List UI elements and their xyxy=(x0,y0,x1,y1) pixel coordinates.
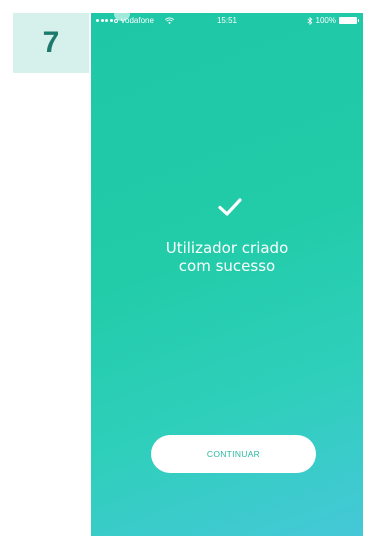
status-bar: vodafone 15:51 100% xyxy=(91,13,363,29)
battery-percentage: 100% xyxy=(315,16,336,25)
phone-screen: vodafone 15:51 100% Utilizador criado co… xyxy=(91,13,363,536)
success-message-line-2: com sucesso xyxy=(178,257,276,275)
bluetooth-icon xyxy=(307,16,312,25)
step-number-badge: 7 xyxy=(13,13,89,73)
step-number: 7 xyxy=(42,26,60,59)
continue-button[interactable]: CONTINUAR xyxy=(151,435,316,473)
status-right: 100% xyxy=(307,16,359,25)
screenshot-page: 7 vodafone 15:51 100% Utilizador criado … xyxy=(0,0,378,536)
check-icon xyxy=(218,198,242,216)
battery-icon xyxy=(339,17,359,24)
success-message-line-1: Utilizador criado xyxy=(165,239,289,257)
success-message: Utilizador criado com sucesso xyxy=(91,239,363,275)
